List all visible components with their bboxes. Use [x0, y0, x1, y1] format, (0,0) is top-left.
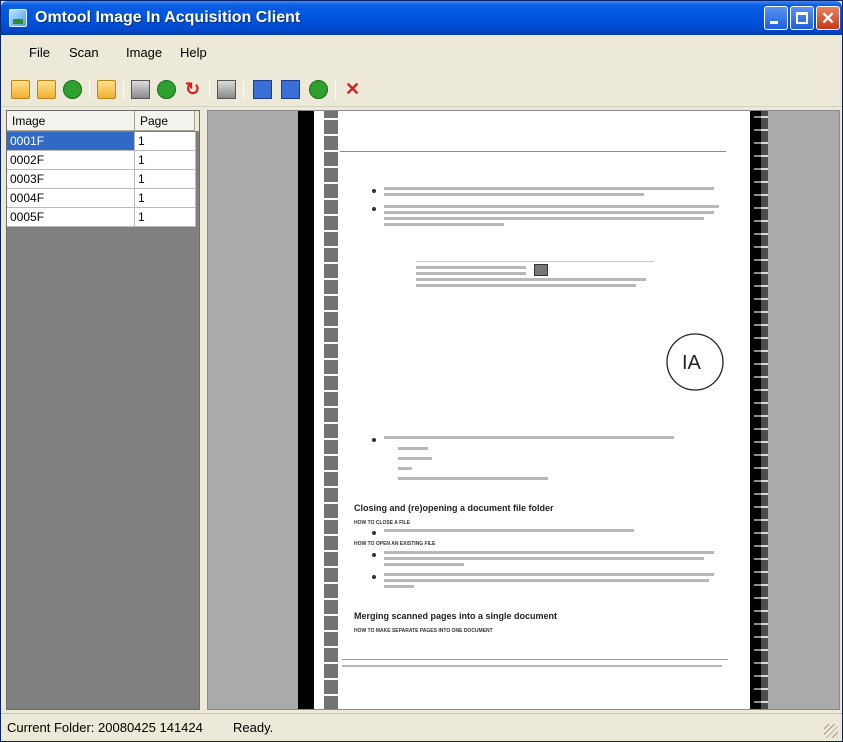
- close-icon: ✕: [820, 9, 836, 28]
- table-row[interactable]: 0004F 1: [7, 189, 196, 208]
- image-cell[interactable]: 0001F: [7, 132, 135, 151]
- section-heading: Closing and (re)opening a document file …: [354, 503, 554, 513]
- text-block: [384, 529, 724, 535]
- sub-list: [398, 447, 738, 483]
- footer-text: [342, 665, 722, 670]
- bullet: [372, 553, 376, 557]
- close-button[interactable]: ✕: [816, 6, 840, 30]
- fit-height-icon[interactable]: [281, 80, 300, 99]
- rotate-right-icon[interactable]: ↻: [183, 80, 202, 99]
- folder-up-icon[interactable]: [97, 80, 116, 99]
- title-bar[interactable]: Omtool Image In Acquisition Client ✕: [1, 1, 842, 35]
- bullet: [372, 438, 376, 442]
- menu-help[interactable]: Help: [180, 45, 207, 60]
- scan-icon[interactable]: [131, 80, 150, 99]
- column-header-page[interactable]: Page: [135, 111, 195, 131]
- fit-width-icon[interactable]: [253, 80, 272, 99]
- table-row[interactable]: 0001F 1: [7, 132, 196, 151]
- minimize-icon: [770, 21, 778, 24]
- scanned-page: IA Closing and (re)opening a document fi…: [298, 111, 768, 709]
- toolbar-separator: [209, 81, 210, 99]
- status-bar: Current Folder: 20080425 141424 Ready.: [1, 713, 842, 741]
- section-subheading: HOW TO OPEN AN EXISTING FILE: [354, 541, 436, 547]
- toolbar-separator: [243, 81, 244, 99]
- menu-bar: File Scan Image Help: [1, 35, 842, 73]
- toolbar-separator: [89, 81, 90, 99]
- delete-icon[interactable]: ✕: [343, 80, 362, 99]
- page-cell[interactable]: 1: [135, 132, 196, 151]
- toolbar: ↻ ✕: [1, 73, 842, 107]
- footer-rule: [342, 659, 728, 660]
- toolbar-separator: [335, 81, 336, 99]
- window-title: Omtool Image In Acquisition Client: [35, 9, 301, 26]
- handwritten-mark: IA: [682, 352, 702, 374]
- app-icon: [9, 9, 27, 27]
- maximize-button[interactable]: [790, 6, 814, 30]
- section-subheading: HOW TO CLOSE A FILE: [354, 520, 410, 526]
- open-folder-icon[interactable]: [11, 80, 30, 99]
- menu-scan[interactable]: Scan: [69, 45, 99, 60]
- menu-file[interactable]: File: [29, 45, 50, 60]
- ready-status: Ready.: [233, 720, 274, 735]
- document-content: IA Closing and (re)opening a document fi…: [314, 111, 750, 709]
- next-icon[interactable]: [309, 80, 328, 99]
- table-row[interactable]: 0003F 1: [7, 170, 196, 189]
- image-list-panel: Image Page 0001F 1 0002F 1 0003F 1 0004F…: [6, 110, 200, 710]
- bullet: [372, 207, 376, 211]
- minimize-button[interactable]: [764, 6, 788, 30]
- header-rule: [340, 151, 726, 152]
- image-cell[interactable]: 0003F: [7, 170, 135, 189]
- app-window: Omtool Image In Acquisition Client ✕ Fil…: [0, 0, 843, 742]
- section-heading: Merging scanned pages into a single docu…: [354, 611, 558, 621]
- bullet: [372, 575, 376, 579]
- text-block: [384, 187, 724, 199]
- toolbar-separator: [123, 81, 124, 99]
- inset-image: [534, 264, 548, 276]
- page-cell[interactable]: 1: [135, 189, 196, 208]
- text-block: [384, 551, 724, 569]
- image-cell[interactable]: 0002F: [7, 151, 135, 170]
- page-paper: IA Closing and (re)opening a document fi…: [314, 111, 768, 709]
- image-cell[interactable]: 0004F: [7, 189, 135, 208]
- image-cell[interactable]: 0005F: [7, 208, 135, 227]
- text-block: [384, 205, 724, 229]
- table-row[interactable]: 0002F 1: [7, 151, 196, 170]
- image-viewer[interactable]: IA Closing and (re)opening a document fi…: [207, 110, 840, 710]
- torn-edge-right: [754, 111, 768, 709]
- bullet: [372, 531, 376, 535]
- refresh-icon[interactable]: [63, 80, 82, 99]
- text-block: [384, 436, 724, 442]
- page-cell[interactable]: 1: [135, 208, 196, 227]
- rotate-left-icon[interactable]: [157, 80, 176, 99]
- menu-image[interactable]: Image: [126, 45, 162, 60]
- column-header-image[interactable]: Image: [7, 111, 135, 131]
- table-row[interactable]: 0005F 1: [7, 208, 196, 227]
- grid-header: Image Page: [7, 111, 199, 131]
- scanner-icon[interactable]: [217, 80, 236, 99]
- text-block: [384, 573, 724, 591]
- resize-grip[interactable]: [824, 724, 838, 738]
- section-subheading: HOW TO MAKE SEPARATE PAGES INTO ONE DOCU…: [354, 628, 493, 634]
- page-cell[interactable]: 1: [135, 151, 196, 170]
- page-cell[interactable]: 1: [135, 170, 196, 189]
- handwritten-annotation: IA: [666, 333, 724, 391]
- current-folder-status: Current Folder: 20080425 141424: [7, 720, 203, 735]
- open-scan-folder-icon[interactable]: [37, 80, 56, 99]
- bullet: [372, 189, 376, 193]
- maximize-icon: [796, 12, 808, 24]
